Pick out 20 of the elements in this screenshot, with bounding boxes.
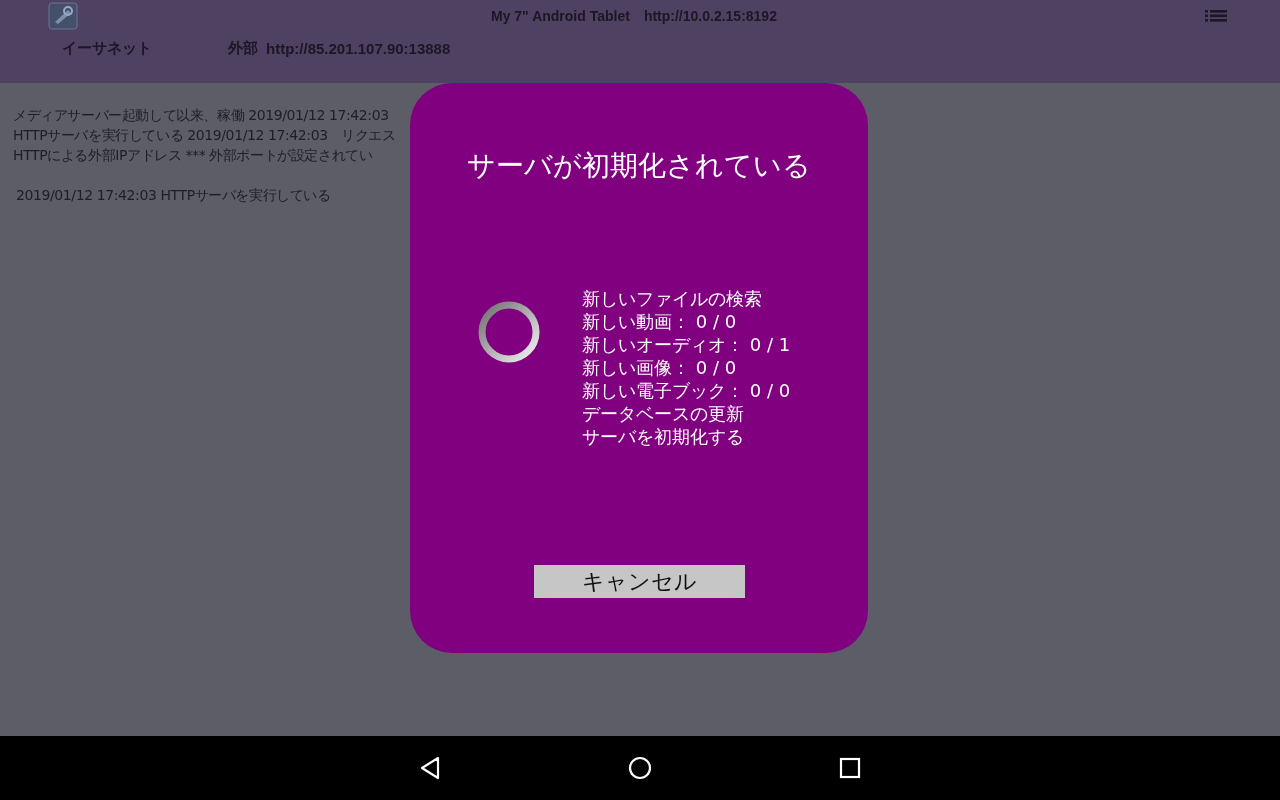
log-line: メディアサーバー起動して以来、稼働 2019/01/12 17:42:03 (13, 106, 389, 125)
external-url: http://85.201.107.90:13888 (266, 39, 451, 57)
status-line: サーバを初期化する (582, 425, 745, 448)
server-url: http://10.0.2.15:8192 (643, 8, 777, 24)
status-line: 新しい画像： 0 / 0 (582, 356, 738, 379)
status-line: 新しい電子ブック： 0 / 0 (582, 379, 791, 402)
status-line: 新しいファイルの検索 (582, 287, 763, 310)
status-line: データベースの更新 (582, 402, 745, 425)
device-title: My 7" Android Tablet (491, 8, 630, 24)
status-line: 新しい動画： 0 / 0 (582, 310, 738, 333)
status-line: 新しいオーディオ： 0 / 1 (582, 333, 791, 356)
cancel-button[interactable]: キャンセル (533, 565, 745, 598)
app-icon[interactable] (48, 2, 78, 30)
loading-spinner (476, 299, 542, 365)
log-line: HTTPサーバを実行している 2019/01/12 17:42:03 リクエス (13, 126, 396, 145)
log-entry: 2019/01/12 17:42:03 HTTPサーバを実行している (16, 187, 331, 205)
external-label: 外部 (228, 38, 258, 58)
network-label: イーサネット (62, 38, 153, 58)
dialog-title: サーバが初期化されている (467, 148, 811, 184)
log-line: HTTPによる外部IPアドレス *** 外部ポートが設定されてい (13, 146, 373, 165)
